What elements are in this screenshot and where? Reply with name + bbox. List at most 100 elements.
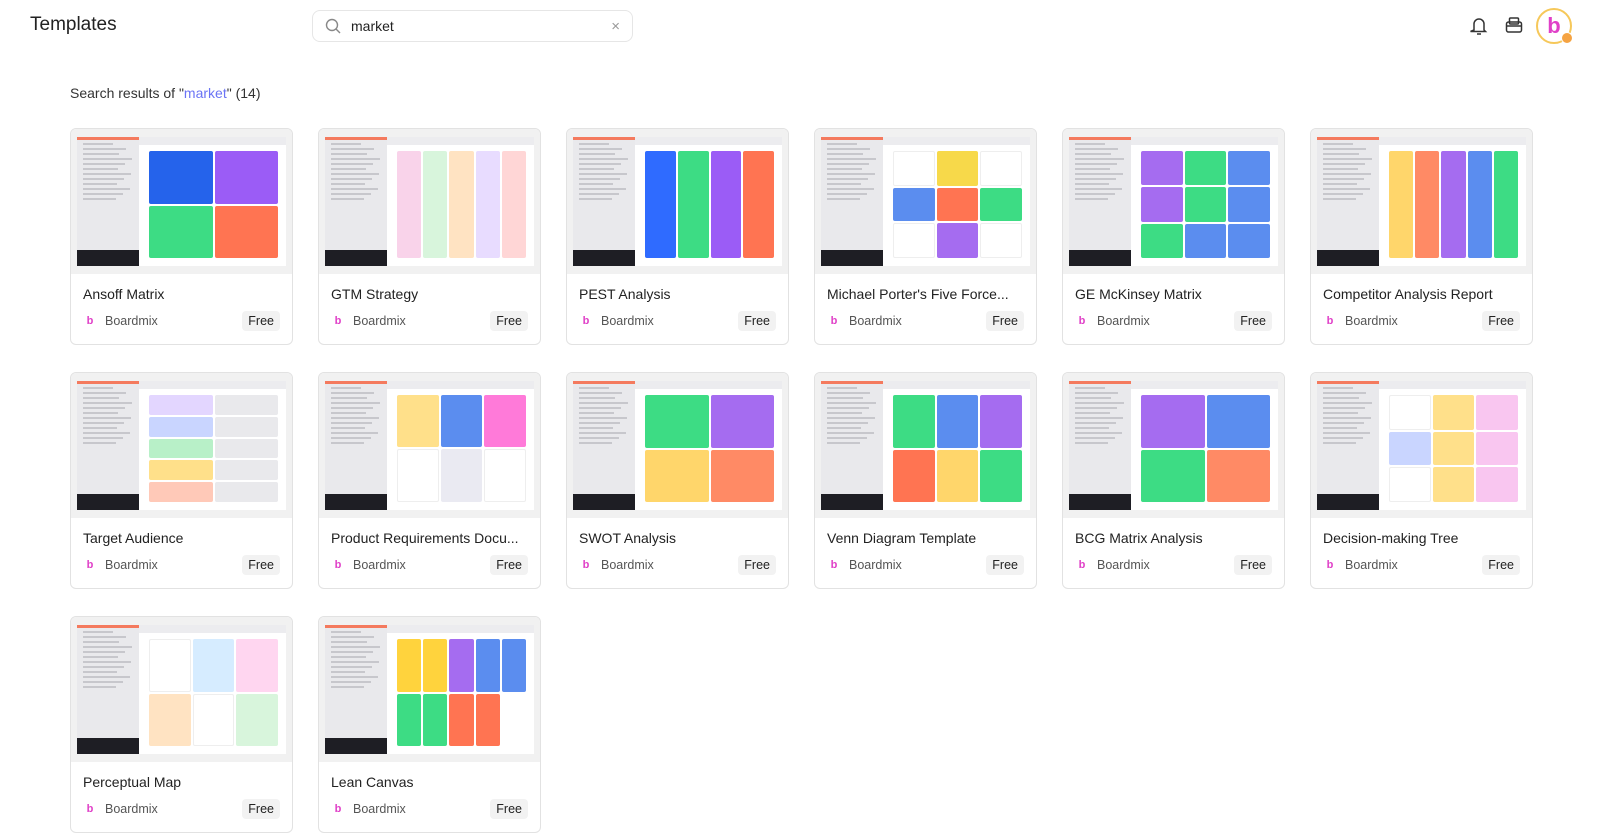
template-card[interactable]: PEST Analysis b Boardmix Free <box>566 128 789 345</box>
template-thumbnail[interactable] <box>71 617 292 762</box>
template-card[interactable]: Product Requirements Docu... b Boardmix Fr… <box>318 372 541 589</box>
template-thumbnail[interactable] <box>319 129 540 274</box>
template-title: Decision-making Tree <box>1323 530 1459 546</box>
template-thumbnail[interactable] <box>815 129 1036 274</box>
template-title: Competitor Analysis Report <box>1323 286 1493 302</box>
price-badge: Free <box>490 799 528 819</box>
template-card[interactable]: Michael Porter's Five Force... b Boardmix… <box>814 128 1037 345</box>
template-thumbnail[interactable] <box>1063 373 1284 518</box>
thumbnail-block <box>397 639 422 692</box>
template-author: Boardmix <box>601 558 654 572</box>
template-card[interactable]: Venn Diagram Template b Boardmix Free <box>814 372 1037 589</box>
thumbnail-block <box>149 416 213 437</box>
template-title: Product Requirements Docu... <box>331 530 519 546</box>
template-thumbnail[interactable] <box>71 373 292 518</box>
inbox-icon[interactable] <box>1505 16 1523 34</box>
boardmix-logo-icon: b <box>1078 559 1086 571</box>
template-thumbnail[interactable] <box>567 129 788 274</box>
thumbnail-block <box>475 639 500 692</box>
user-avatar[interactable]: b <box>1536 8 1573 44</box>
clear-search-icon[interactable]: × <box>611 18 620 35</box>
template-title: Venn Diagram Template <box>827 530 977 546</box>
thumbnail-block <box>1389 432 1431 465</box>
price-badge: Free <box>242 555 280 575</box>
template-card[interactable]: Decision-making Tree b Boardmix Free <box>1310 372 1533 589</box>
thumbnail-block <box>936 188 979 221</box>
boardmix-logo-icon: b <box>334 315 342 327</box>
bell-icon[interactable] <box>1470 16 1488 36</box>
template-card[interactable]: GTM Strategy b Boardmix Free <box>318 128 541 345</box>
thumbnail-block <box>893 449 935 502</box>
search-input[interactable] <box>351 18 612 34</box>
search-query: market <box>183 85 227 101</box>
template-title: Target Audience <box>83 530 184 546</box>
template-thumbnail[interactable] <box>319 617 540 762</box>
boardmix-logo-icon: b <box>86 315 94 327</box>
thumbnail-block <box>936 151 979 186</box>
thumbnail-block <box>1141 223 1183 258</box>
template-card[interactable]: BCG Matrix Analysis b Boardmix Free <box>1062 372 1285 589</box>
search-box[interactable]: × <box>312 10 633 42</box>
price-badge: Free <box>986 555 1024 575</box>
thumbnail-block <box>1184 151 1227 186</box>
price-badge: Free <box>1234 311 1272 331</box>
template-card[interactable]: Lean Canvas b Boardmix Free <box>318 616 541 833</box>
template-thumbnail[interactable] <box>71 129 292 274</box>
price-badge: Free <box>490 555 528 575</box>
thumbnail-block <box>214 460 278 481</box>
template-card[interactable]: Perceptual Map b Boardmix Free <box>70 616 293 833</box>
template-thumbnail[interactable] <box>1311 129 1532 274</box>
template-card[interactable]: Target Audience b Boardmix Free <box>70 372 293 589</box>
thumbnail-block <box>475 693 500 746</box>
thumbnail-block <box>501 639 526 692</box>
template-author: Boardmix <box>1097 558 1150 572</box>
thumbnail-block <box>397 151 422 258</box>
boardmix-logo-icon: b <box>334 803 342 815</box>
template-title: Lean Canvas <box>331 774 414 790</box>
template-thumbnail[interactable] <box>1063 129 1284 274</box>
thumbnail-block <box>893 188 935 221</box>
boardmix-logo-icon: b <box>86 803 94 815</box>
thumbnail-block <box>980 223 1022 258</box>
template-title: BCG Matrix Analysis <box>1075 530 1203 546</box>
thumbnail-block <box>1476 467 1518 502</box>
thumbnail-block <box>710 395 774 448</box>
thumbnail-block <box>1432 432 1475 465</box>
thumbnail-block <box>214 395 278 415</box>
template-author: Boardmix <box>353 802 406 816</box>
thumbnail-block <box>501 151 526 258</box>
thumbnail-block <box>236 639 278 692</box>
thumbnail-block <box>710 449 774 502</box>
avatar-badge-icon <box>1561 32 1573 44</box>
thumbnail-block <box>214 416 278 437</box>
thumbnail-block <box>1389 467 1431 502</box>
template-card[interactable]: Competitor Analysis Report b Boardmix Free <box>1310 128 1533 345</box>
thumbnail-block <box>236 693 278 746</box>
template-author: Boardmix <box>105 558 158 572</box>
template-thumbnail[interactable] <box>567 373 788 518</box>
boardmix-logo-icon: b <box>830 559 838 571</box>
template-thumbnail[interactable] <box>1311 373 1532 518</box>
template-thumbnail[interactable] <box>815 373 1036 518</box>
thumbnail-block <box>1206 449 1270 502</box>
thumbnail-block <box>423 693 448 746</box>
price-badge: Free <box>242 799 280 819</box>
template-author: Boardmix <box>601 314 654 328</box>
template-card[interactable]: GE McKinsey Matrix b Boardmix Free <box>1062 128 1285 345</box>
thumbnail-block <box>192 693 235 746</box>
thumbnail-block <box>1389 395 1431 430</box>
thumbnail-block <box>440 448 483 502</box>
boardmix-logo-icon: b <box>1078 315 1086 327</box>
template-title: GTM Strategy <box>331 286 419 302</box>
price-badge: Free <box>986 311 1024 331</box>
template-thumbnail[interactable] <box>319 373 540 518</box>
template-title: GE McKinsey Matrix <box>1075 286 1202 302</box>
thumbnail-block <box>440 395 483 447</box>
boardmix-logo-icon: b <box>830 315 838 327</box>
thumbnail-block <box>1415 151 1440 258</box>
template-card[interactable]: Ansoff Matrix b Boardmix Free <box>70 128 293 345</box>
boardmix-logo-icon: b <box>582 559 590 571</box>
template-author: Boardmix <box>1345 558 1398 572</box>
template-card[interactable]: SWOT Analysis b Boardmix Free <box>566 372 789 589</box>
thumbnail-block <box>484 395 526 447</box>
